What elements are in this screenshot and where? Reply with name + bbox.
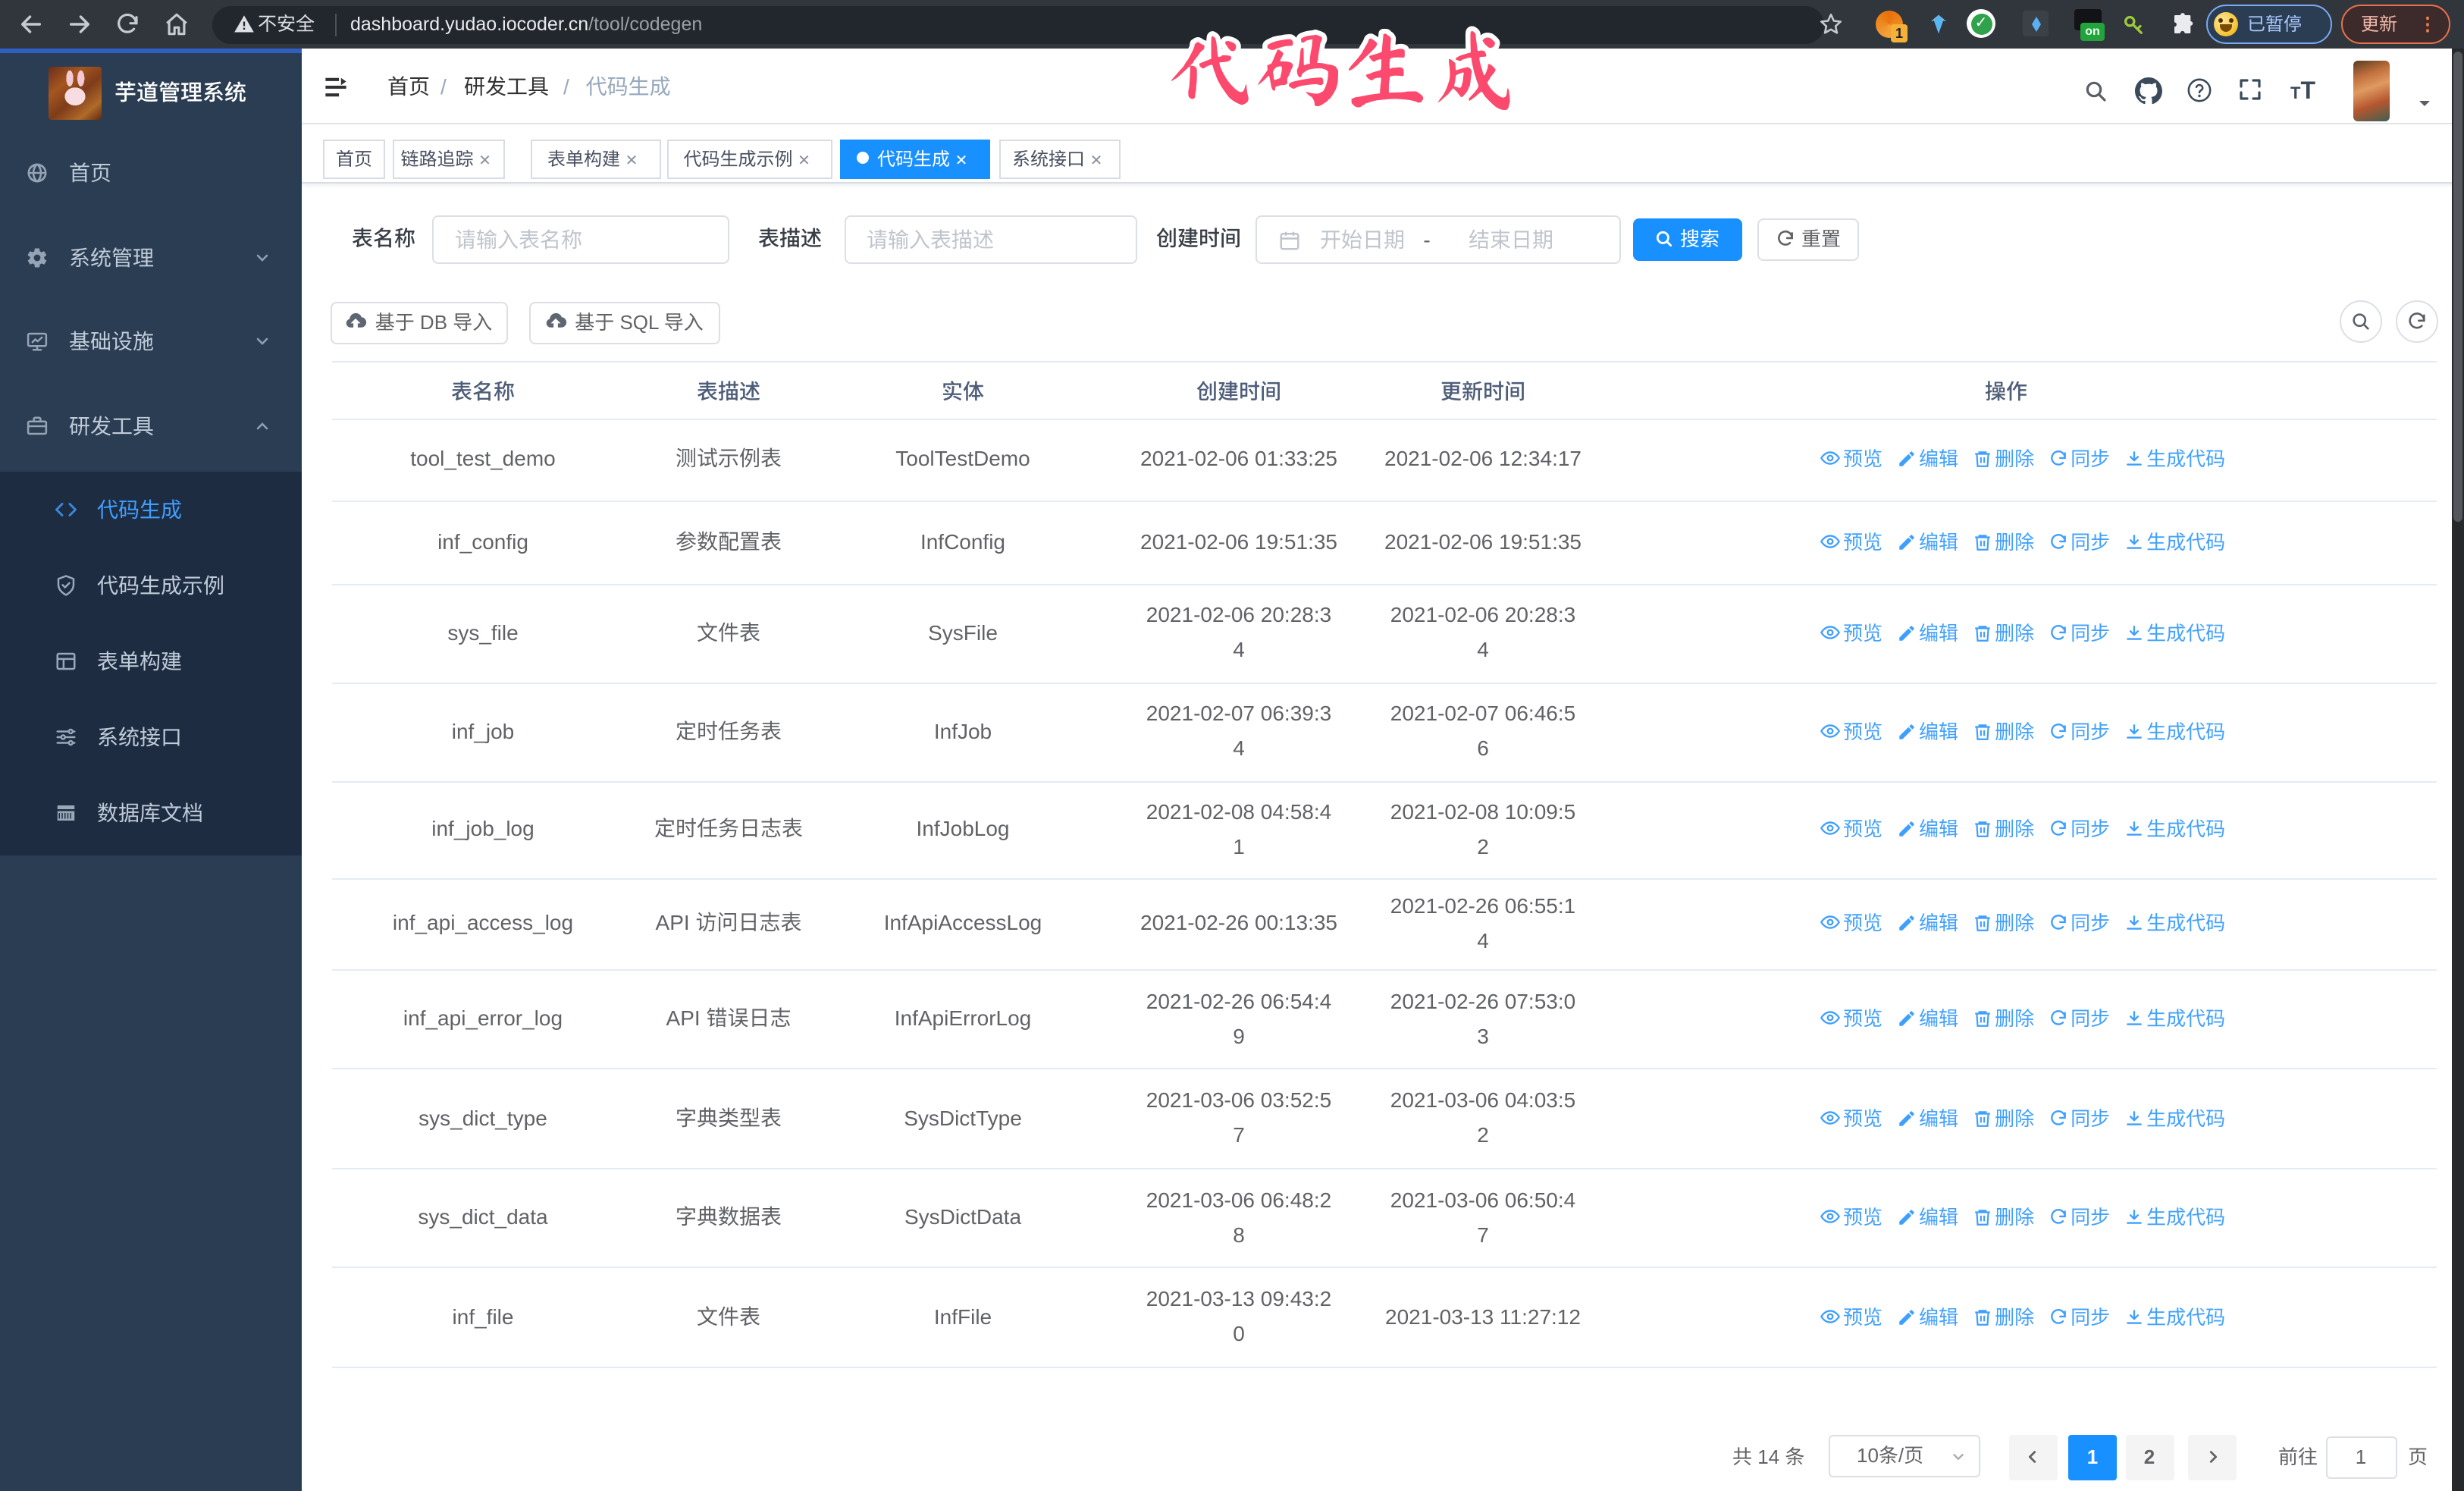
svg-text:代码生成: 代码生成 [1166,24,1518,112]
